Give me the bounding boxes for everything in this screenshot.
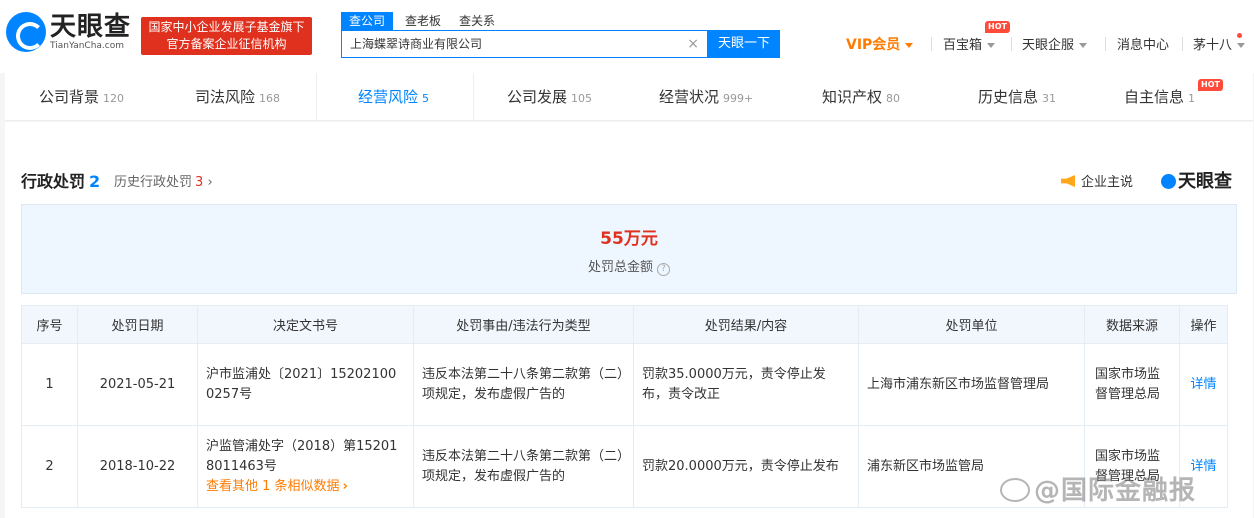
total-amount: 55万元	[600, 229, 658, 249]
top-header: 天眼查 TianYanCha.com 国家中小企业发展子基金旗下 官方备案企业征…	[0, 0, 1254, 73]
history-penalty-link[interactable]: 历史行政处罚 3 ›	[114, 171, 213, 190]
col-header: 序号	[21, 305, 78, 344]
tab-company-background[interactable]: 公司背景 120	[39, 73, 124, 121]
toolbox-menu[interactable]: 百宝箱	[943, 34, 996, 53]
chevron-down-icon	[905, 42, 914, 48]
tab-intellectual-property[interactable]: 知识产权 80	[822, 73, 900, 121]
col-header: 处罚事由/违法行为类型	[413, 305, 634, 344]
col-header: 处罚日期	[77, 305, 198, 344]
divider	[1011, 37, 1012, 51]
chevron-down-icon	[1079, 43, 1088, 48]
divider	[1105, 37, 1106, 51]
tab-history[interactable]: 历史信息 31	[978, 73, 1056, 121]
tab-operating-risk[interactable]: 经营风险 5	[358, 73, 429, 121]
logo-eye-icon	[1161, 174, 1176, 189]
enterprise-speak-link[interactable]: 企业主说	[1061, 171, 1133, 190]
weibo-icon	[1000, 478, 1030, 502]
search-tab-company[interactable]: 查公司	[341, 12, 394, 30]
logo-text: 天眼查	[50, 12, 132, 42]
chevron-right-icon: ›	[207, 175, 213, 190]
chevron-down-icon	[1237, 43, 1246, 48]
col-header: 处罚结果/内容	[633, 305, 859, 344]
search-button[interactable]: 天眼一下	[708, 30, 780, 58]
help-icon[interactable]: ?	[657, 263, 670, 276]
official-badge: 国家中小企业发展子基金旗下 官方备案企业征信机构	[141, 17, 312, 55]
logo-eye-icon	[6, 12, 46, 52]
vip-member-menu[interactable]: VIP会员	[846, 34, 914, 54]
watermark: @国际金融报	[1000, 470, 1196, 507]
clear-icon[interactable]: ×	[687, 31, 699, 57]
tab-operating-status[interactable]: 经营状况 999+	[659, 73, 753, 121]
search-input[interactable]: 上海蝶翠诗商业有限公司 ×	[341, 30, 708, 58]
divider	[931, 37, 932, 51]
table-row: 1 2021-05-21 沪市监浦处〔2021〕15202100 0257号 违…	[21, 343, 1228, 426]
search-tab-relation[interactable]: 查关系	[459, 12, 495, 30]
brand-watermark-logo: 天眼查	[1161, 167, 1232, 193]
hot-badge: HOT	[985, 21, 1010, 33]
search-tab-boss[interactable]: 查老板	[405, 12, 441, 30]
divider	[1182, 37, 1183, 51]
hot-badge: HOT	[1198, 79, 1223, 91]
col-header: 处罚单位	[858, 305, 1085, 344]
col-header: 决定文书号	[197, 305, 414, 344]
penalty-summary: 55万元 处罚总金额?	[21, 204, 1237, 294]
search-tabs: 查公司 查老板 查关系	[341, 12, 513, 30]
category-tabs: 公司背景 120 司法风险 168 经营风险 5 公司发展 105 经营状况 999+ 知…	[5, 73, 1253, 121]
administrative-penalty-panel: 行政处罚 2 历史行政处罚 3 › 企业主说 天眼查 55万元 处罚总金额? 序号 …	[5, 122, 1253, 518]
megaphone-icon	[1061, 175, 1075, 187]
tab-company-development[interactable]: 公司发展 105	[507, 73, 592, 121]
enterprise-service-menu[interactable]: 天眼企服	[1022, 34, 1088, 53]
similar-data-link[interactable]: 查看其他 1 条相似数据	[206, 477, 405, 497]
section-title: 行政处罚 2	[21, 172, 101, 191]
detail-link[interactable]: 详情	[1190, 377, 1216, 392]
notification-dot	[1237, 33, 1242, 38]
col-header: 操作	[1179, 305, 1228, 344]
chevron-down-icon	[987, 43, 996, 48]
site-logo[interactable]: 天眼查 TianYanCha.com	[6, 12, 131, 52]
logo-domain: TianYanCha.com	[50, 41, 125, 51]
message-center-link[interactable]: 消息中心	[1117, 34, 1169, 53]
col-header: 数据来源	[1084, 305, 1180, 344]
total-label: 处罚总金额	[587, 260, 653, 275]
tab-judicial-risk[interactable]: 司法风险 168	[195, 73, 280, 121]
tab-self-info[interactable]: 自主信息 1	[1124, 73, 1195, 121]
